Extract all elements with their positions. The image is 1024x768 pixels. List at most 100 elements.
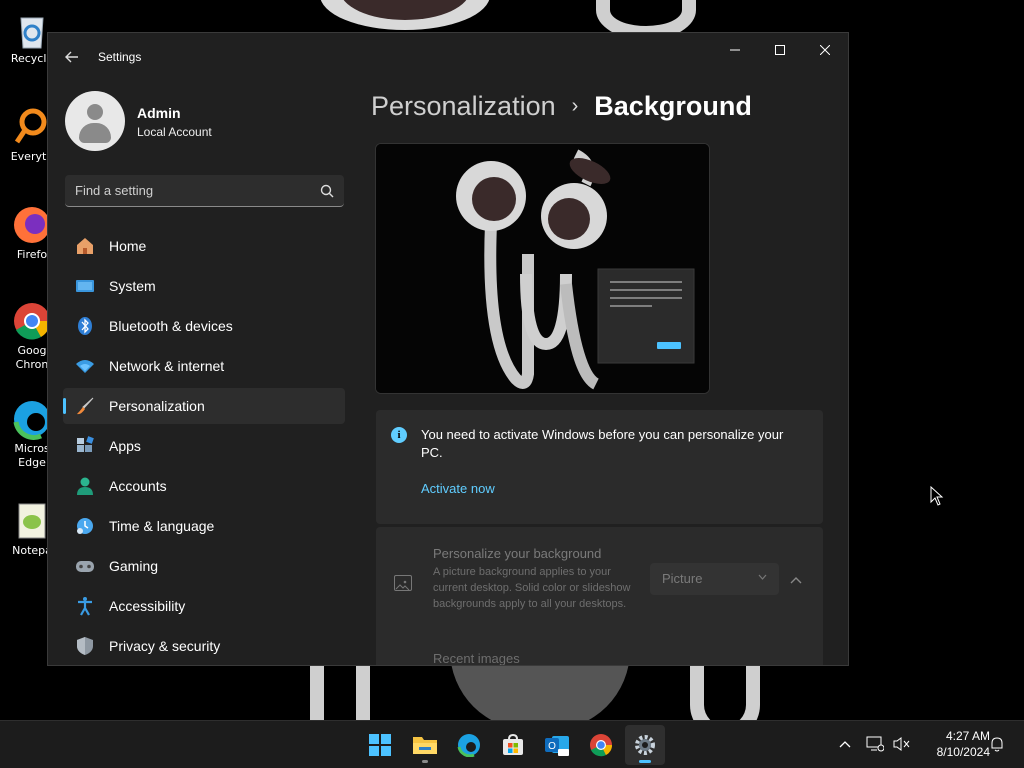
running-indicator (422, 760, 428, 763)
volume-muted-icon[interactable] (892, 735, 910, 753)
collapse-button[interactable] (790, 573, 802, 587)
activate-now-link[interactable]: Activate now (421, 481, 495, 496)
start-button[interactable] (360, 725, 400, 765)
taskbar-file-explorer[interactable] (405, 725, 445, 765)
accessibility-icon (75, 596, 95, 616)
desktop-icon-label: Goog Chron (15, 344, 49, 371)
sidebar-nav: Home System Bluetooth & devices Network … (63, 228, 345, 665)
store-icon (503, 734, 523, 755)
taskbar-outlook[interactable]: O (537, 725, 577, 765)
avatar-head (87, 104, 103, 120)
activation-notice: i You need to activate Windows before yo… (376, 410, 823, 524)
sidebar-item-network[interactable]: Network & internet (63, 348, 345, 384)
notice-text: You need to activate Windows before you … (421, 427, 784, 460)
sidebar-item-accessibility[interactable]: Accessibility (63, 588, 345, 624)
user-account-type: Local Account (137, 125, 212, 139)
window-title: Settings (98, 50, 142, 64)
breadcrumb-parent[interactable]: Personalization (371, 91, 556, 122)
sidebar-item-accounts[interactable]: Accounts (63, 468, 345, 504)
notification-bell-icon[interactable] (988, 735, 1006, 753)
background-type-value: Picture (662, 571, 703, 586)
sidebar-item-label: Privacy & security (109, 638, 221, 654)
page-title: Background (594, 91, 752, 121)
maximize-button[interactable] (757, 33, 803, 67)
windows-logo-icon (369, 734, 391, 756)
accounts-icon (75, 476, 95, 496)
breadcrumb: Personalization › Background (371, 91, 752, 122)
background-title: Personalize your background (433, 546, 602, 561)
clock-date: 8/10/2024 (936, 745, 990, 759)
taskbar-microsoft-store[interactable] (493, 725, 533, 765)
taskbar: O 4:27 AM 8/10/2024 (0, 720, 1024, 768)
sidebar-item-apps[interactable]: Apps (63, 428, 345, 464)
background-description: A picture background applies to your cur… (433, 566, 631, 610)
minimize-button[interactable] (712, 33, 758, 67)
recent-images-label: Recent images (433, 651, 520, 666)
search-box (65, 175, 344, 207)
title-bar[interactable]: Settings (48, 33, 848, 81)
picture-icon (394, 575, 412, 591)
close-icon (820, 45, 830, 55)
sidebar-item-label: Accounts (109, 478, 167, 494)
gaming-icon (75, 556, 95, 576)
network-icon (75, 356, 95, 376)
sidebar-item-label: Accessibility (109, 598, 186, 614)
personalize-background-card: Personalize your background A picture ba… (376, 527, 823, 666)
sidebar-item-privacy-security[interactable]: Privacy & security (63, 628, 345, 664)
personalization-brush-icon (75, 396, 95, 416)
avatar-body (79, 123, 111, 143)
background-type-select[interactable]: Picture (650, 563, 779, 595)
sidebar-item-gaming[interactable]: Gaming (63, 548, 345, 584)
privacy-shield-icon (75, 636, 95, 656)
running-indicator (639, 760, 651, 763)
home-icon (75, 236, 95, 256)
sidebar-item-label: Personalization (109, 398, 205, 414)
network-status-icon[interactable] (866, 735, 884, 753)
gear-icon (635, 735, 655, 755)
back-button[interactable] (62, 47, 82, 67)
chevron-up-icon (790, 577, 802, 584)
taskbar-clock[interactable]: 4:27 AM 8/10/2024 (918, 728, 990, 760)
desktop-icon-label: Micros Edge (14, 442, 50, 469)
desktop-icon-label: Firefo (16, 248, 48, 261)
taskbar-edge[interactable] (449, 725, 489, 765)
avatar[interactable] (65, 91, 125, 151)
svg-text:O: O (548, 741, 556, 752)
sidebar-item-personalization[interactable]: Personalization (63, 388, 345, 424)
arrow-left-icon (65, 51, 78, 63)
chrome-icon (590, 734, 613, 757)
close-button[interactable] (802, 33, 848, 67)
user-name: Admin (137, 105, 181, 121)
maximize-icon (775, 45, 785, 55)
bluetooth-icon (75, 316, 95, 336)
folder-icon (413, 737, 437, 754)
breadcrumb-separator: › (571, 95, 579, 117)
desktop-icon-label: Notepa (12, 544, 52, 557)
sidebar-item-home[interactable]: Home (63, 228, 345, 264)
apps-icon (75, 436, 95, 456)
sidebar-item-bluetooth[interactable]: Bluetooth & devices (63, 308, 345, 344)
outlook-icon: O (545, 736, 569, 756)
sidebar-item-label: Network & internet (109, 358, 225, 374)
sidebar-item-label: System (109, 278, 156, 294)
settings-window: Settings Admin Local Account Home (47, 32, 849, 666)
taskbar-chrome[interactable] (581, 725, 621, 765)
chevron-down-icon (758, 572, 767, 583)
sidebar-item-label: Gaming (109, 558, 159, 574)
wallpaper-preview-image (376, 144, 709, 393)
system-icon (75, 276, 95, 296)
sidebar-item-time-language[interactable]: Time & language (63, 508, 345, 544)
search-input[interactable] (75, 175, 305, 206)
tray-overflow-chevron-icon[interactable] (836, 735, 854, 753)
sidebar-item-label: Home (109, 238, 147, 254)
sidebar-item-label: Bluetooth & devices (109, 318, 233, 334)
info-icon: i (391, 427, 407, 443)
search-icon[interactable] (320, 184, 334, 198)
sidebar-item-label: Apps (109, 438, 141, 454)
taskbar-settings[interactable] (625, 725, 665, 765)
desktop-preview (375, 143, 710, 394)
minimize-icon (730, 49, 740, 51)
sidebar-item-system[interactable]: System (63, 268, 345, 304)
mouse-cursor-icon (930, 486, 944, 506)
edge-icon (457, 734, 480, 757)
